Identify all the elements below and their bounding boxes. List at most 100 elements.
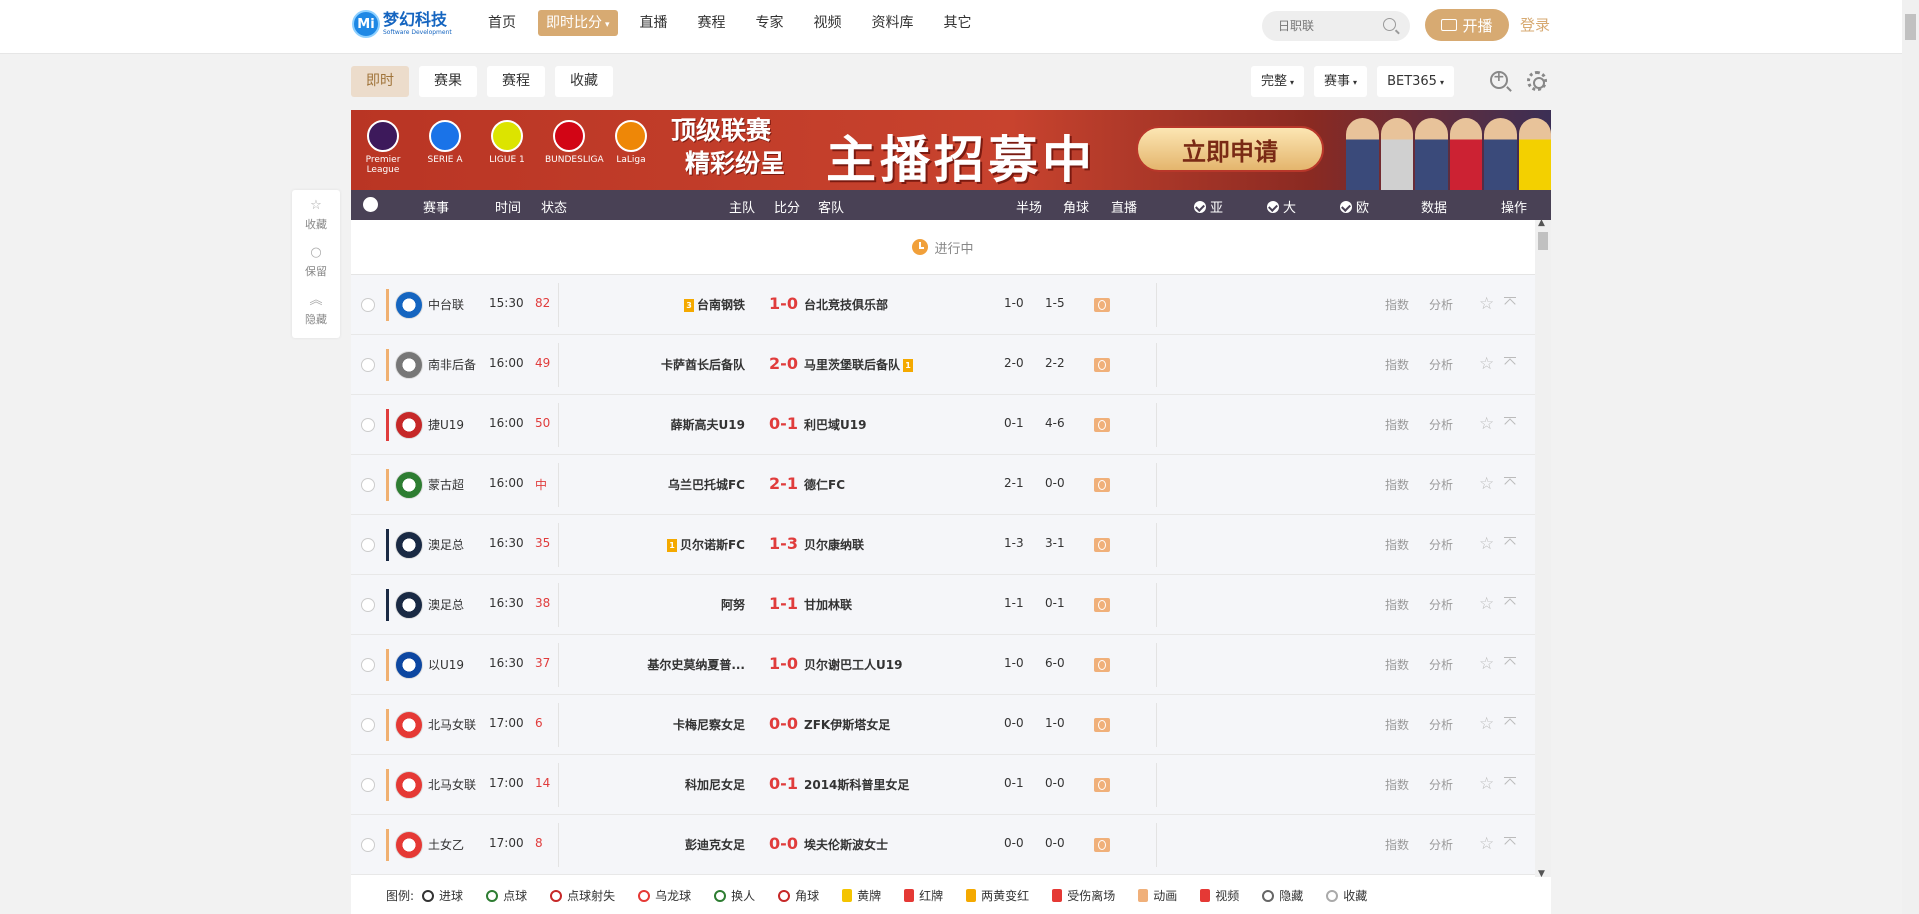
row-select-radio[interactable] xyxy=(361,298,375,312)
favorite-star-icon[interactable]: ☆ xyxy=(1479,534,1494,554)
league-name[interactable]: 蒙古超 xyxy=(428,476,464,493)
odds-index-link[interactable]: 指数 xyxy=(1385,536,1409,553)
league-name[interactable]: 北马女联 xyxy=(428,716,476,733)
animation-icon[interactable] xyxy=(1094,598,1110,612)
nav-item[interactable]: 视频 xyxy=(806,10,850,36)
odds-index-link[interactable]: 指数 xyxy=(1385,656,1409,673)
odds-index-link[interactable]: 指数 xyxy=(1385,596,1409,613)
table-row[interactable]: 北马女联 17:00 14 科加尼女足 0-1 2014斯科普里女足 0-1 0-0 指数 分析 ☆ xyxy=(351,755,1535,815)
animation-icon[interactable] xyxy=(1094,358,1110,372)
nav-item[interactable]: 直播 xyxy=(632,10,676,36)
home-team[interactable]: 3 台南钢铁 xyxy=(681,296,745,313)
login-link[interactable]: 登录 xyxy=(1520,14,1550,35)
pin-top-icon[interactable] xyxy=(1504,777,1516,791)
pin-top-icon[interactable] xyxy=(1504,417,1516,431)
table-row[interactable]: 北马女联 17:00 6 卡梅尼察女足 0-0 ZFK伊斯塔女足 0-0 1-0 指数 分析 ☆ xyxy=(351,695,1535,755)
league-name[interactable]: 土女乙 xyxy=(428,836,464,853)
table-row[interactable]: 澳足总 16:30 35 1 贝尔诺斯FC 1-3 贝尔康纳联 1-3 3-1 指数 分析 ☆ xyxy=(351,515,1535,575)
table-row[interactable]: 蒙古超 16:00 中乌兰巴托城FC 2-1 德仁FC 2-1 0-0 指数 分析 ☆ xyxy=(351,455,1535,515)
league-name[interactable]: 中台联 xyxy=(428,296,464,313)
tab-0[interactable]: 即时 xyxy=(351,66,409,97)
home-team[interactable]: 彭迪克女足 xyxy=(685,836,745,853)
row-select-radio[interactable] xyxy=(361,778,375,792)
nav-item[interactable]: 首页 xyxy=(480,10,524,36)
odds-index-link[interactable]: 指数 xyxy=(1385,296,1409,313)
analysis-link[interactable]: 分析 xyxy=(1429,656,1453,673)
side-hide-button[interactable]: ︽ 隐藏 xyxy=(305,291,327,338)
home-team[interactable]: 卡萨酋长后备队 xyxy=(661,356,745,373)
odds-index-link[interactable]: 指数 xyxy=(1385,836,1409,853)
table-row[interactable]: 捷U19 16:00 50 薛斯高夫U19 0-1 利巴域U19 0-1 4-6 指数 分析 ☆ xyxy=(351,395,1535,455)
home-team[interactable]: 卡梅尼察女足 xyxy=(673,716,745,733)
score[interactable]: 0-0 xyxy=(761,714,806,733)
league-name[interactable]: 澳足总 xyxy=(428,596,464,613)
home-team[interactable]: 薛斯高夫U19 xyxy=(671,416,745,433)
page-scrollbar[interactable] xyxy=(1902,0,1919,914)
pin-top-icon[interactable] xyxy=(1504,657,1516,671)
odds-ou-toggle[interactable]: 欧 xyxy=(1340,197,1369,216)
table-row[interactable]: 南非后备 16:00 49 卡萨酋长后备队 2-0 马里茨堡联后备队 1 2-0 2-2 指数 分析… xyxy=(351,335,1535,395)
pin-top-icon[interactable] xyxy=(1504,357,1516,371)
favorite-star-icon[interactable]: ☆ xyxy=(1479,834,1494,854)
favorite-star-icon[interactable]: ☆ xyxy=(1479,354,1494,374)
logo[interactable]: Mi 梦幻科技 Software Development xyxy=(352,10,452,38)
animation-icon[interactable] xyxy=(1094,478,1110,492)
analysis-link[interactable]: 分析 xyxy=(1429,776,1453,793)
odds-index-link[interactable]: 指数 xyxy=(1385,776,1409,793)
league-name[interactable]: 澳足总 xyxy=(428,536,464,553)
away-team[interactable]: 利巴域U19 xyxy=(804,416,866,433)
score[interactable]: 1-3 xyxy=(761,534,806,553)
league-name[interactable]: 北马女联 xyxy=(428,776,476,793)
score[interactable]: 2-0 xyxy=(761,354,806,373)
tab-3[interactable]: 收藏 xyxy=(555,66,613,97)
odds-index-link[interactable]: 指数 xyxy=(1385,416,1409,433)
list-scrollbar[interactable]: ▲ ▼ xyxy=(1535,218,1551,879)
analysis-link[interactable]: 分析 xyxy=(1429,296,1453,313)
score[interactable]: 0-1 xyxy=(761,414,806,433)
row-select-radio[interactable] xyxy=(361,658,375,672)
animation-icon[interactable] xyxy=(1094,418,1110,432)
apply-now-button[interactable]: 立即申请 xyxy=(1136,126,1324,172)
score[interactable]: 0-1 xyxy=(761,774,806,793)
pin-top-icon[interactable] xyxy=(1504,837,1516,851)
tab-2[interactable]: 赛程 xyxy=(487,66,545,97)
league-name[interactable]: 以U19 xyxy=(428,656,464,673)
nav-item[interactable]: 赛程 xyxy=(690,10,734,36)
favorite-star-icon[interactable]: ☆ xyxy=(1479,474,1494,494)
pin-top-icon[interactable] xyxy=(1504,537,1516,551)
row-select-radio[interactable] xyxy=(361,358,375,372)
league-name[interactable]: 南非后备 xyxy=(428,356,476,373)
table-row[interactable]: 中台联 15:30 82 3 台南钢铁 1-0 台北竞技俱乐部 1-0 1-5 指数 分析 ☆ xyxy=(351,275,1535,335)
nav-item[interactable]: 资料库 xyxy=(864,10,922,36)
nav-item[interactable]: 即时比分 xyxy=(538,10,618,36)
away-team[interactable]: 台北竞技俱乐部 xyxy=(804,296,888,313)
favorite-star-icon[interactable]: ☆ xyxy=(1479,294,1494,314)
odds-da-toggle[interactable]: 大 xyxy=(1267,197,1296,216)
away-team[interactable]: 贝尔康纳联 xyxy=(804,536,864,553)
analysis-link[interactable]: 分析 xyxy=(1429,596,1453,613)
animation-icon[interactable] xyxy=(1094,718,1110,732)
home-team[interactable]: 阿努 xyxy=(721,596,745,613)
odds-ya-toggle[interactable]: 亚 xyxy=(1194,197,1223,216)
home-team[interactable]: 基尔史莫纳夏普... xyxy=(647,656,745,673)
select-all-radio[interactable] xyxy=(363,197,378,212)
home-team[interactable]: 科加尼女足 xyxy=(685,776,745,793)
filter-dropdown[interactable]: BET365 xyxy=(1377,66,1454,97)
animation-icon[interactable] xyxy=(1094,778,1110,792)
score[interactable]: 0-0 xyxy=(761,834,806,853)
animation-icon[interactable] xyxy=(1094,838,1110,852)
odds-index-link[interactable]: 指数 xyxy=(1385,356,1409,373)
table-row[interactable]: 土女乙 17:00 8 彭迪克女足 0-0 埃夫伦斯波女士 0-0 0-0 指数 分析 ☆ xyxy=(351,815,1535,875)
animation-icon[interactable] xyxy=(1094,538,1110,552)
away-team[interactable]: 贝尔谢巴工人U19 xyxy=(804,656,902,673)
score[interactable]: 1-0 xyxy=(761,294,806,313)
away-team[interactable]: 甘加林联 xyxy=(804,596,852,613)
row-select-radio[interactable] xyxy=(361,418,375,432)
table-row[interactable]: 以U19 16:30 37 基尔史莫纳夏普... 1-0 贝尔谢巴工人U19 1-0 6-0 指… xyxy=(351,635,1535,695)
away-team[interactable]: 马里茨堡联后备队 1 xyxy=(804,356,916,373)
row-select-radio[interactable] xyxy=(361,538,375,552)
ad-banner[interactable]: Premier League SERIE A LIGUE 1 BUNDESLIGA La… xyxy=(351,110,1551,190)
pin-top-icon[interactable] xyxy=(1504,597,1516,611)
score[interactable]: 1-1 xyxy=(761,594,806,613)
home-team[interactable]: 乌兰巴托城FC xyxy=(668,476,745,493)
